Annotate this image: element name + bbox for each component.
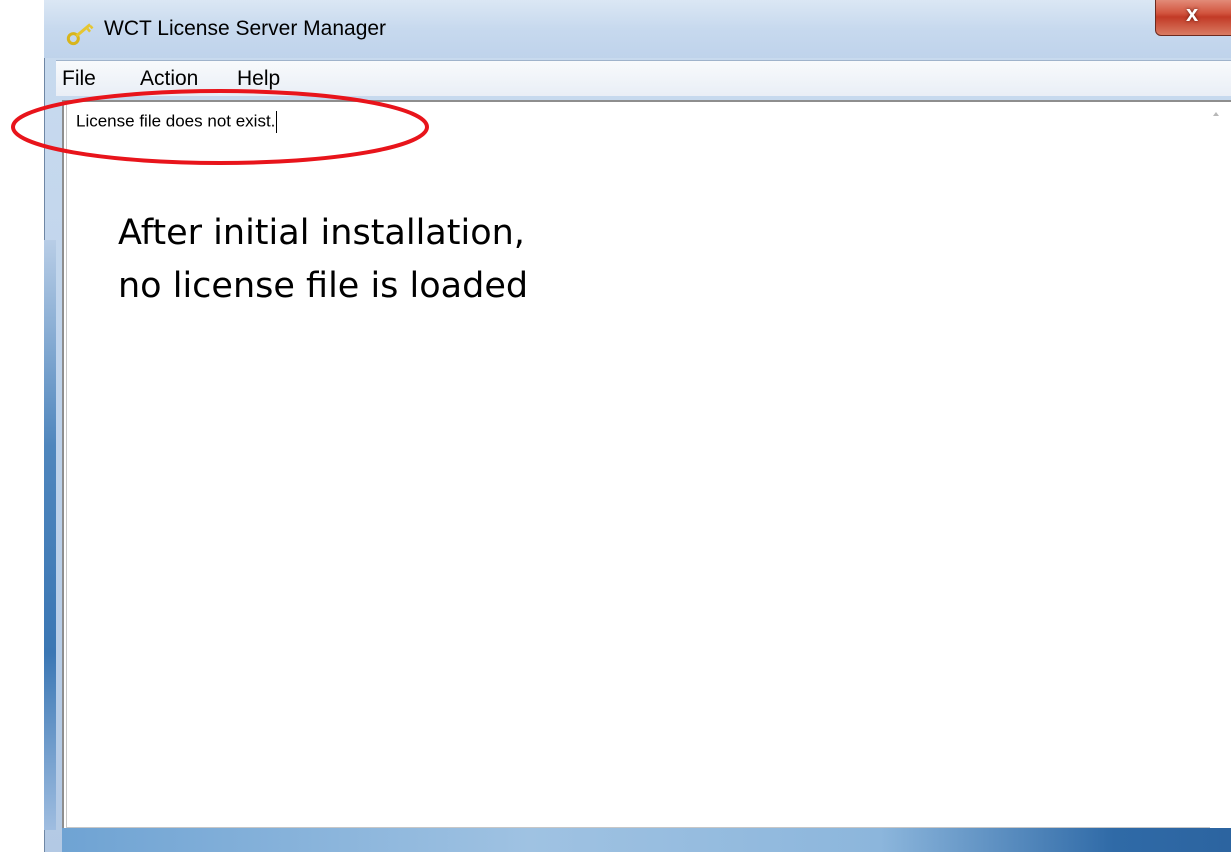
taskbar-strip (62, 828, 1231, 852)
close-button[interactable]: x (1155, 0, 1231, 36)
window-title: WCT License Server Manager (104, 17, 387, 40)
window-frame-left (44, 240, 56, 830)
annotation-line-1: After initial installation, (118, 213, 525, 253)
annotation-callout: After initial installation, no license f… (118, 207, 528, 313)
scroll-up-arrow-icon[interactable] (1213, 112, 1219, 116)
annotation-line-2: no license file is loaded (118, 266, 529, 306)
vertical-scrollbar[interactable] (1210, 104, 1231, 828)
close-icon: x (1186, 1, 1199, 26)
highlight-ellipse (11, 89, 429, 165)
key-icon (66, 23, 94, 46)
